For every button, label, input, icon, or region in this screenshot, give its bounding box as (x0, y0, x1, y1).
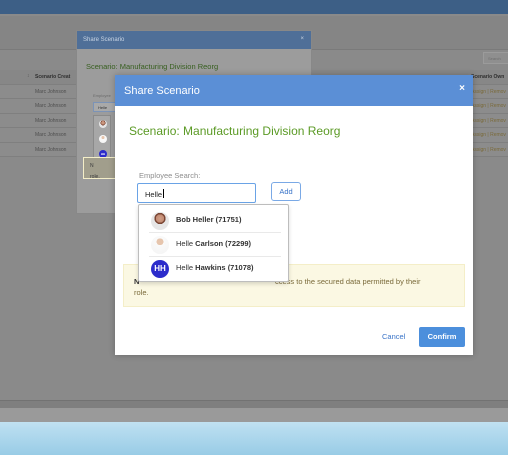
background-warning-tail: role. (90, 174, 100, 180)
cancel-button[interactable]: Cancel (382, 332, 405, 341)
suggestion-name: Helle Hawkins (71078) (176, 263, 254, 272)
suggestion-name-match: Helle (176, 239, 194, 248)
warning-text: ccess to the secured data permitted by t… (275, 277, 421, 286)
background-dialog-header: Share Scenario × (77, 31, 311, 49)
cell-creator: Marc Johnson (35, 146, 67, 153)
suggestion-item[interactable]: Bob Heller (71751) (149, 209, 281, 231)
suggestion-item[interactable]: Helle Carlson (72299) (149, 233, 281, 255)
confirm-button[interactable]: Confirm (419, 327, 465, 347)
cell-creator: Marc Johnson (35, 117, 67, 124)
warning-text-line2: role. (134, 288, 149, 297)
suggestion-name-rest: Hawkins (71078) (193, 263, 254, 272)
background-close-icon[interactable]: × (300, 36, 304, 42)
scenario-title: Scenario: Manufacturing Division Reorg (129, 124, 341, 138)
background-dialog-header-title: Share Scenario (83, 37, 125, 43)
cell-creator: Marc Johnson (35, 88, 67, 95)
cell-owner-actions[interactable]: Assign | Remov (471, 118, 506, 124)
avatar (151, 236, 169, 254)
avatar (99, 135, 107, 143)
background-warning-prefix: N (90, 163, 94, 169)
cell-owner-actions[interactable]: Assign | Remov (471, 103, 506, 109)
employee-suggestions-dropdown: Bob Heller (71751) Helle Carlson (72299)… (138, 204, 289, 282)
suggestion-name-match: Bob Heller (176, 215, 214, 224)
avatar: HH (151, 260, 169, 278)
employee-search-input[interactable]: Helle (137, 183, 256, 203)
app-top-bar (0, 0, 508, 14)
app-search-input[interactable]: Search (483, 52, 508, 64)
column-header-owner[interactable]: Scenario Own (471, 74, 504, 80)
background-search-label: Employee (93, 93, 111, 98)
close-icon[interactable]: × (459, 83, 465, 94)
cell-owner-actions[interactable]: Assign | Remov (471, 132, 506, 138)
suggestion-item[interactable]: HH Helle Hawkins (71078) (149, 257, 281, 279)
column-header-creator[interactable]: Scenario Creat (35, 74, 70, 80)
suggestion-name-rest: (71751) (213, 215, 242, 224)
cell-creator: Marc Johnson (35, 103, 67, 109)
suggestion-name: Bob Heller (71751) (176, 215, 241, 224)
background-dialog-title: Scenario: Manufacturing Division Reorg (86, 62, 219, 71)
avatar (99, 120, 107, 128)
sort-icon[interactable]: ↕ (27, 73, 30, 79)
suggestion-name: Helle Carlson (72299) (176, 239, 251, 248)
cell-owner-actions[interactable]: Assign | Remov (471, 147, 506, 153)
suggestion-name-rest: Carlson (72299) (193, 239, 252, 248)
cell-owner-actions[interactable]: Assign | Remov (471, 89, 506, 95)
suggestion-name-match: Helle (176, 263, 194, 272)
dialog-header-title: Share Scenario (124, 85, 200, 97)
desktop-background (0, 408, 508, 455)
employee-search-label: Employee Search: (139, 171, 201, 180)
search-input-value: Helle (145, 190, 163, 199)
avatar (151, 212, 169, 230)
dialog-header: Share Scenario × (115, 75, 473, 106)
cell-creator: Marc Johnson (35, 132, 67, 138)
add-button[interactable]: Add (271, 182, 301, 201)
text-caret (163, 189, 165, 198)
